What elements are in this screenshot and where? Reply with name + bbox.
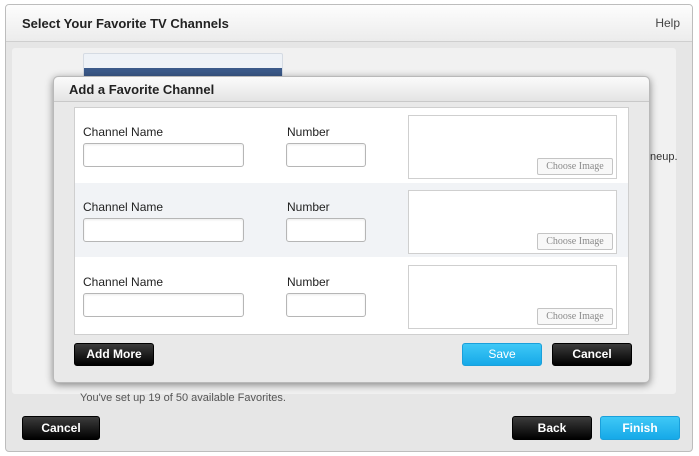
background-lineup-text: neup. [650, 151, 678, 163]
cancel-button[interactable]: Cancel [22, 416, 100, 440]
number-label: Number [287, 200, 330, 214]
window-header: Select Your Favorite TV Channels Help [6, 5, 692, 42]
channel-name-label: Channel Name [83, 275, 164, 289]
channel-name-label: Channel Name [83, 200, 164, 214]
channel-name-input[interactable] [83, 143, 244, 167]
help-link[interactable]: Help [655, 16, 680, 30]
number-label: Number [287, 125, 330, 139]
channel-image-box: Choose Image [408, 190, 617, 254]
dialog-title: Add a Favorite Channel [69, 82, 215, 97]
dialog-cancel-button[interactable]: Cancel [552, 343, 632, 366]
channel-number-input[interactable] [286, 293, 366, 317]
channel-name-label: Channel Name [83, 125, 164, 139]
choose-image-button[interactable]: Choose Image [537, 158, 613, 175]
channel-image-box: Choose Image [408, 115, 617, 179]
add-more-button[interactable]: Add More [74, 343, 154, 366]
channel-image-box: Choose Image [408, 265, 617, 329]
choose-image-button[interactable]: Choose Image [537, 233, 613, 250]
save-button[interactable]: Save [462, 343, 542, 366]
back-button[interactable]: Back [512, 416, 592, 440]
channel-row: Channel Name Number Choose Image [75, 108, 628, 182]
channel-row: Channel Name Number Choose Image [75, 183, 628, 257]
channel-number-input[interactable] [286, 218, 366, 242]
channel-row: Channel Name Number Choose Image [75, 258, 628, 332]
dialog-header: Add a Favorite Channel [54, 77, 649, 102]
channel-name-input[interactable] [83, 218, 244, 242]
favorites-status-text: You've set up 19 of 50 available Favorit… [80, 392, 286, 404]
channel-rows-panel: Channel Name Number Choose Image Channel… [74, 107, 629, 335]
finish-button[interactable]: Finish [600, 416, 680, 440]
channel-number-input[interactable] [286, 143, 366, 167]
page-title: Select Your Favorite TV Channels [22, 16, 229, 31]
add-channel-dialog: Add a Favorite Channel Channel Name Numb… [53, 76, 650, 383]
number-label: Number [287, 275, 330, 289]
channel-name-input[interactable] [83, 293, 244, 317]
choose-image-button[interactable]: Choose Image [537, 308, 613, 325]
